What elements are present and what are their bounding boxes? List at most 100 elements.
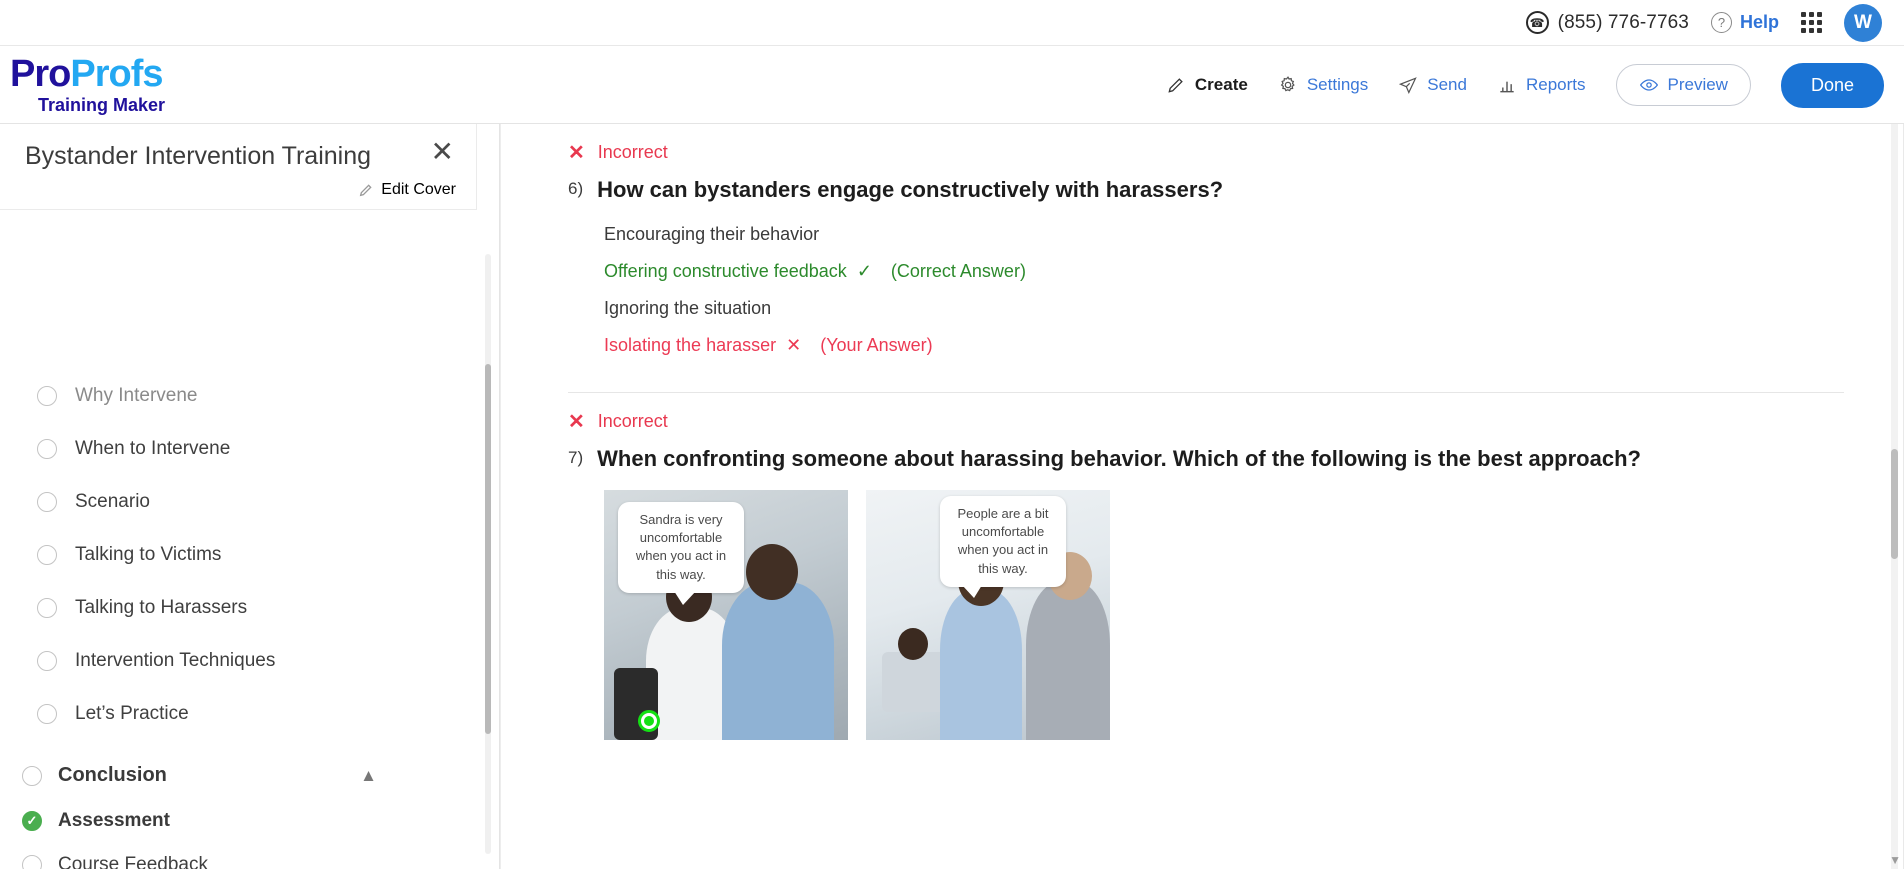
answer-option: Encouraging their behavior xyxy=(604,216,1844,253)
person-head xyxy=(898,627,928,660)
nav-item-create[interactable]: Create xyxy=(1166,75,1248,95)
answer-option-label: Isolating the harasser xyxy=(604,335,777,356)
answer-option-selected: Isolating the harasser ✕ (Your Answer) xyxy=(604,327,1844,364)
nav-label-send: Send xyxy=(1427,75,1467,94)
image-answer-options: Sandra is very uncomfortable when you ac… xyxy=(604,489,1844,740)
course-header-card: Bystander Intervention Training ✕ Edit C… xyxy=(0,124,477,210)
app-header: ProProfs Training Maker Create Settings … xyxy=(0,46,1904,124)
question-divider xyxy=(568,392,1844,394)
top-utility-bar: ☎ (855) 776-7763 ? Help W xyxy=(0,0,1904,46)
question-block-7: ✕ Incorrect 7) When confronting someone … xyxy=(500,411,1904,740)
page-title: Bystander Intervention Training xyxy=(25,142,372,170)
person-head xyxy=(746,543,798,600)
status-label: Incorrect xyxy=(597,142,668,162)
chevron-up-icon[interactable]: ▲ xyxy=(360,766,377,786)
cross-icon: ✕ xyxy=(786,335,802,356)
sidebar-section-label: Conclusion xyxy=(58,764,167,786)
radio-selected-marker[interactable] xyxy=(638,709,660,732)
sidebar-item-scenario[interactable]: Scenario xyxy=(0,475,477,528)
question-text: When confronting someone about harassing… xyxy=(597,446,1641,472)
logo-wordmark: ProProfs xyxy=(10,55,165,93)
status-radio-icon xyxy=(37,597,57,618)
edit-cover-link[interactable]: Edit Cover xyxy=(25,181,456,199)
question-number: 6) xyxy=(568,179,584,198)
edit-cover-label: Edit Cover xyxy=(381,181,456,198)
sidebar-item-label: Talking to Victims xyxy=(75,543,222,565)
logo-pro-text: Pro xyxy=(10,53,71,95)
status-radio-icon xyxy=(22,855,42,869)
help-link[interactable]: ? Help xyxy=(1710,12,1779,33)
status-radio-icon xyxy=(37,438,57,459)
apps-grid-icon[interactable] xyxy=(1801,12,1822,33)
phone-number: (855) 776-7763 xyxy=(1557,11,1689,33)
nav-item-settings[interactable]: Settings xyxy=(1278,75,1368,95)
scroll-down-arrow-icon[interactable]: ▼ xyxy=(1889,853,1901,867)
sidebar-section-conclusion[interactable]: Conclusion ▲ xyxy=(0,752,477,799)
image-option-2[interactable]: People are a bit uncomfortable when you … xyxy=(866,489,1110,740)
sidebar-item-when-to-intervene[interactable]: When to Intervene xyxy=(0,422,477,475)
person-body xyxy=(940,589,1022,740)
pencil-icon xyxy=(1168,78,1183,93)
cross-icon: ✕ xyxy=(568,141,585,164)
image-option-1[interactable]: Sandra is very uncomfortable when you ac… xyxy=(604,489,848,740)
sidebar-item-label: When to Intervene xyxy=(75,437,231,459)
status-check-icon: ✓ xyxy=(22,811,42,831)
answer-option-label: Ignoring the situation xyxy=(604,298,772,319)
speech-bubble: People are a bit uncomfortable when you … xyxy=(940,495,1066,599)
question-text: How can bystanders engage constructively… xyxy=(597,177,1224,202)
content-scrollbar-thumb[interactable] xyxy=(1891,449,1898,559)
preview-label: Preview xyxy=(1667,75,1728,94)
sidebar-item-talking-to-harassers[interactable]: Talking to Harassers xyxy=(0,581,477,634)
pencil-icon xyxy=(360,184,372,197)
close-icon[interactable]: ✕ xyxy=(431,138,454,166)
cross-icon: ✕ xyxy=(568,410,585,433)
speech-bubble: Sandra is very uncomfortable when you ac… xyxy=(618,501,744,606)
sidebar-item-why-intervene[interactable]: Why Intervene xyxy=(0,369,477,422)
sidebar-item-lets-practice[interactable]: Let’s Practice xyxy=(0,687,477,740)
question-circle-icon: ? xyxy=(1710,12,1732,33)
phone-contact[interactable]: ☎ (855) 776-7763 xyxy=(1525,11,1689,34)
question-status-7: ✕ Incorrect xyxy=(568,411,1844,432)
nav-item-reports[interactable]: Reports xyxy=(1497,75,1586,95)
assessment-results-panel: ✕ Incorrect 6) How can bystanders engage… xyxy=(500,124,1904,869)
sidebar-scrollbar-thumb[interactable] xyxy=(485,364,491,734)
sidebar-item-label: Let’s Practice xyxy=(75,702,189,724)
bar-chart-icon xyxy=(1500,81,1514,93)
answer-option-correct: Offering constructive feedback ✓ (Correc… xyxy=(604,253,1844,290)
nav-item-send[interactable]: Send xyxy=(1398,75,1467,95)
logo-profs-text: Profs xyxy=(70,53,163,95)
sidebar-item-label: Assessment xyxy=(58,810,170,831)
status-radio-icon xyxy=(37,544,57,565)
sidebar-item-label: Scenario xyxy=(75,490,150,512)
person-body xyxy=(1026,581,1110,740)
answer-option-label: Encouraging their behavior xyxy=(604,224,820,245)
question-block-6: ✕ Incorrect 6) How can bystanders engage… xyxy=(500,142,1904,394)
sidebar-item-assessment[interactable]: ✓ Assessment xyxy=(0,799,477,843)
status-radio-icon xyxy=(37,385,57,406)
gear-icon xyxy=(1280,76,1295,92)
answer-option-label: Offering constructive feedback xyxy=(604,261,847,282)
sidebar-item-label: Intervention Techniques xyxy=(75,649,276,671)
person-body xyxy=(722,581,834,740)
eye-icon xyxy=(1639,79,1658,91)
status-radio-icon xyxy=(37,650,57,671)
content-inner: ✕ Incorrect 6) How can bystanders engage… xyxy=(500,142,1904,869)
sidebar-item-talking-to-victims[interactable]: Talking to Victims xyxy=(0,528,477,581)
help-label: Help xyxy=(1739,12,1779,32)
sidebar-item-label: Why Intervene xyxy=(75,384,198,406)
done-button[interactable]: Done xyxy=(1780,62,1884,108)
preview-button[interactable]: Preview xyxy=(1615,64,1751,106)
nav-label-settings: Settings xyxy=(1306,75,1369,94)
sidebar-item-label: Course Feedback xyxy=(58,854,208,869)
answer-option-tag: (Correct Answer) xyxy=(890,261,1026,282)
answer-options-6: Encouraging their behavior Offering cons… xyxy=(604,216,1844,364)
question-status-6: ✕ Incorrect xyxy=(568,142,1844,163)
sidebar-item-course-feedback[interactable]: Course Feedback xyxy=(0,843,477,869)
body-wrapper: Why Intervene When to Intervene Scenario… xyxy=(0,124,1904,869)
status-radio-icon xyxy=(22,765,42,786)
avatar[interactable]: W xyxy=(1844,3,1882,42)
app-logo[interactable]: ProProfs Training Maker xyxy=(10,55,165,114)
nav-label-reports: Reports xyxy=(1525,75,1586,94)
sidebar-item-intervention-techniques[interactable]: Intervention Techniques xyxy=(0,634,477,687)
status-radio-icon xyxy=(37,703,57,724)
